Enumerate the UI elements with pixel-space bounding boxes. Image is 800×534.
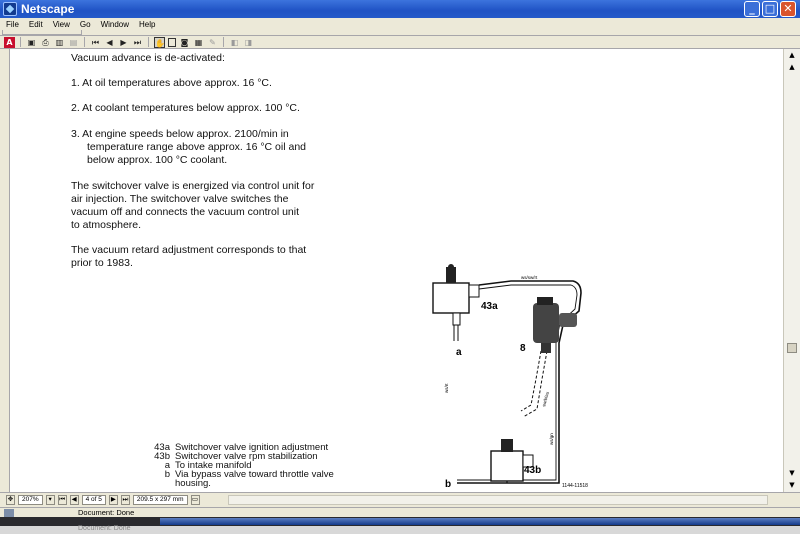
window-controls: _ □ ✕ xyxy=(744,1,796,17)
pdf-toolbar: A ▣ ⎙ ▥ ▤ ⏮ ◀ ▶ ⏭ ✋ ◙ ▦ ✎ ◧ ◨ xyxy=(0,36,800,49)
menu-help[interactable]: Help xyxy=(139,20,155,29)
taskbar: Document: Done xyxy=(0,517,800,534)
zoom-field[interactable]: 207% xyxy=(18,495,43,505)
previous-page-icon[interactable]: ◀ xyxy=(104,37,115,48)
ghost-status-text: Document: Done xyxy=(78,525,131,532)
list-item: 1. At oil temperatures above approx. 16 … xyxy=(71,77,272,90)
toolbar-separator xyxy=(223,37,224,47)
netscape-logo-icon xyxy=(3,2,17,16)
scroll-up-icon[interactable]: ▲ xyxy=(787,51,797,60)
title-bar: Netscape _ □ ✕ xyxy=(0,0,800,18)
bookmarks-panel-icon[interactable]: ▥ xyxy=(54,37,65,48)
first-page-icon[interactable]: ⏮ xyxy=(90,37,101,48)
maximize-button[interactable]: □ xyxy=(762,1,778,17)
security-lock-icon xyxy=(4,509,14,517)
page-number-field[interactable]: 4 of 5 xyxy=(81,495,106,505)
text-select-icon[interactable]: ✎ xyxy=(207,37,218,48)
toolbar-separator xyxy=(148,37,149,47)
status-text: Document: Done xyxy=(78,508,135,517)
menu-go[interactable]: Go xyxy=(80,20,91,29)
pdf-document-view: Vacuum advance is de-activated: 1. At oi… xyxy=(11,49,783,492)
valve-43a xyxy=(432,282,470,314)
svg-text:ws/rt: ws/rt xyxy=(444,383,449,393)
navigation-pane-strip[interactable] xyxy=(0,49,10,492)
menu-bar: File Edit View Go Window Help xyxy=(0,18,800,30)
next-page-button[interactable]: ▶ xyxy=(108,495,118,505)
menu-file[interactable]: File xyxy=(6,20,19,29)
viewer-status-bar: ✥ 207% ▾ ⏮ ◀ 4 of 5 ▶ ⏭ 209.5 x 297 mm ▭ xyxy=(0,492,800,507)
part-8 xyxy=(533,303,559,343)
menu-view[interactable]: View xyxy=(53,20,70,29)
paragraph-line: The vacuum retard adjustment corresponds… xyxy=(71,244,307,256)
paragraph-line: air injection. The switchover valve swit… xyxy=(71,193,289,205)
paragraph-line: prior to 1983. xyxy=(71,257,133,269)
scroll-page-up-icon[interactable]: ▲ xyxy=(787,63,797,72)
toolbar-separator xyxy=(20,37,21,47)
label-8: 8 xyxy=(520,343,526,354)
taskbar-highlight xyxy=(160,518,800,525)
svg-text:sw/blau: sw/blau xyxy=(541,391,550,408)
menu-window[interactable]: Window xyxy=(101,20,129,29)
list-number: 3. xyxy=(71,128,80,140)
list-text: At coolant temperatures below approx. 10… xyxy=(82,102,300,114)
fit-page-icon[interactable]: ◙ xyxy=(179,37,190,48)
list-item: 2. At coolant temperatures below approx.… xyxy=(71,102,300,115)
horizontal-scrollbar[interactable] xyxy=(228,495,768,505)
scroll-page-down-icon[interactable]: ▼ xyxy=(787,469,797,478)
scroll-down-icon[interactable]: ▼ xyxy=(787,481,797,490)
last-page-icon[interactable]: ⏭ xyxy=(132,37,143,48)
next-page-icon[interactable]: ▶ xyxy=(118,37,129,48)
vacuum-diagram: 43a 8 43b ws/sw/rt ws/rt sw/blau ws/gn w… xyxy=(432,264,588,490)
first-page-button[interactable]: ⏮ xyxy=(57,495,67,505)
label-43b: 43b xyxy=(524,465,541,476)
actual-size-icon[interactable] xyxy=(168,37,176,47)
list-number: 2. xyxy=(71,102,80,114)
print-icon[interactable]: ⎙ xyxy=(40,37,51,48)
svg-text:ws/sw/rt: ws/sw/rt xyxy=(521,275,538,280)
svg-text:ws/gn: ws/gn xyxy=(549,433,554,445)
paragraph-line: vacuum off and connects the vacuum contr… xyxy=(71,206,300,218)
list-item: 3. At engine speeds below approx. 2100/m… xyxy=(71,128,289,141)
fit-width-icon[interactable]: ▦ xyxy=(193,37,204,48)
minimize-button[interactable]: _ xyxy=(744,1,760,17)
go-back-icon[interactable]: ◧ xyxy=(229,37,240,48)
list-text-continued: temperature range above approx. 16 °C oi… xyxy=(87,141,307,153)
list-number: 1. xyxy=(71,77,80,89)
legend-item: housing. xyxy=(175,478,211,489)
label-port-b: b xyxy=(445,479,451,490)
tab-outline xyxy=(2,30,82,35)
save-icon[interactable]: ▣ xyxy=(26,37,37,48)
window-title: Netscape xyxy=(21,2,75,16)
page-layout-icon[interactable]: ▭ xyxy=(190,495,200,505)
intro-text: Vacuum advance is de-activated: xyxy=(71,52,225,64)
paragraph-line: The switchover valve is energized via co… xyxy=(71,180,315,192)
zoom-dropdown-icon[interactable]: ▾ xyxy=(45,495,55,505)
vertical-scrollbar[interactable]: ▲ ▲ ▼ ▼ xyxy=(783,49,800,492)
paragraph-line: to atmosphere. xyxy=(71,219,142,231)
list-text: At oil temperatures above approx. 16 °C. xyxy=(82,77,272,89)
acrobat-icon[interactable]: A xyxy=(4,36,15,48)
label-port-a: a xyxy=(456,347,462,358)
figure-reference: 1144-11518 xyxy=(562,483,588,489)
label-43a: 43a xyxy=(481,301,498,312)
list-text-continued: below approx. 100 °C coolant. xyxy=(87,154,228,166)
scroll-thumb[interactable] xyxy=(787,343,797,353)
browser-status-bar: Document: Done xyxy=(0,507,800,517)
previous-page-button[interactable]: ◀ xyxy=(69,495,79,505)
menu-edit[interactable]: Edit xyxy=(29,20,43,29)
page-size-field: 209.5 x 297 mm xyxy=(132,495,188,505)
toolbar-separator xyxy=(84,37,85,47)
figure-legend: 43a Switchover valve ignition adjustment … xyxy=(148,443,334,489)
go-forward-icon[interactable]: ◨ xyxy=(243,37,254,48)
last-page-button[interactable]: ⏭ xyxy=(120,495,130,505)
close-button[interactable]: ✕ xyxy=(780,1,796,17)
list-text: At engine speeds below approx. 2100/min … xyxy=(82,128,289,140)
hand-tool-icon[interactable]: ✋ xyxy=(154,36,165,48)
valve-43b xyxy=(490,450,524,482)
navigation-arrow-icon[interactable]: ✥ xyxy=(6,495,15,505)
thumbnails-icon[interactable]: ▤ xyxy=(68,37,79,48)
